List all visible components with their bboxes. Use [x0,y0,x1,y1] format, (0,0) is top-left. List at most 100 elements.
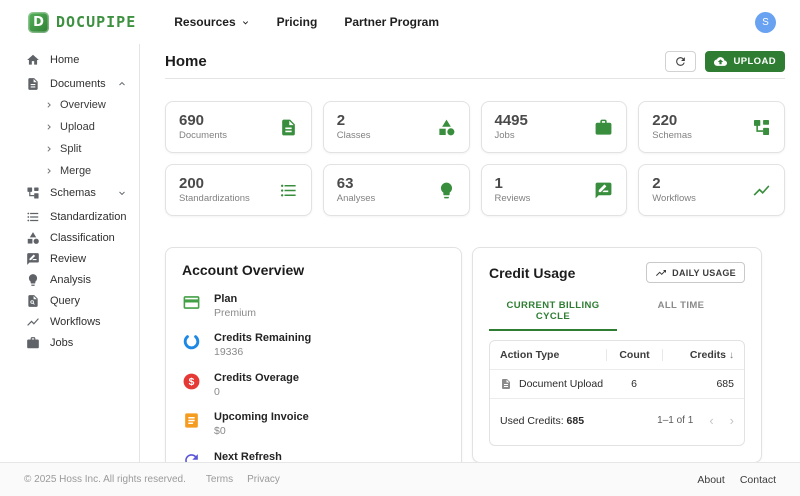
pagination-label: 1–1 of 1 [657,415,694,426]
stat-label: Documents [179,130,228,141]
footer-link-about[interactable]: About [697,474,724,486]
pagination-next-button[interactable]: › [730,414,734,427]
document-search-icon [26,294,40,308]
header-actions: UPLOAD [665,50,785,72]
footer-link-terms[interactable]: Terms [206,474,233,485]
sidebar-item-label: Classification [50,231,115,244]
stat-card-classes[interactable]: 2 Classes [322,101,470,153]
daily-usage-button[interactable]: DAILY USAGE [646,262,745,283]
sidebar-item-label: Workflows [50,315,101,328]
sidebar-item-jobs[interactable]: Jobs [0,332,139,353]
lower-section: Account Overview Plan Premium Credits Re… [165,247,762,496]
credit-usage-header: Credit Usage DAILY USAGE [489,262,745,283]
stat-card-jobs[interactable]: 4495 Jobs [480,101,628,153]
cloud-upload-icon [714,55,727,68]
account-overview-title: Account Overview [182,262,305,278]
used-credits-label: Used Credits: [500,414,564,427]
page-header: Home UPLOAD [165,44,785,78]
app-window: D DOCUPIPE Resources Pricing Partner Pro… [0,0,800,496]
sidebar-item-home[interactable]: Home [0,49,139,70]
sidebar-item-workflows[interactable]: Workflows [0,311,139,332]
sidebar-item-split[interactable]: Split [0,138,139,160]
chevron-right-icon [45,123,53,131]
credit-usage-table: Action Type Count Credits ↓ Document Upl… [489,340,745,446]
account-row-credits-remaining: Credits Remaining 19336 [182,331,445,359]
account-row-label: Upcoming Invoice [214,411,309,424]
used-credits-value: 685 [566,414,585,427]
sidebar-item-overview[interactable]: Overview [0,94,139,116]
footer-link-contact[interactable]: Contact [740,474,776,486]
nav-link-label: Partner Program [344,15,440,29]
sidebar-item-documents[interactable]: Documents [0,73,139,94]
column-header-credits[interactable]: Credits ↓ [662,349,734,361]
stat-value: 200 [179,175,205,192]
sidebar-item-label: Jobs [50,336,74,349]
stat-value: 1 [494,175,503,192]
sidebar-item-schemas[interactable]: Schemas [0,182,139,203]
sidebar-item-review[interactable]: Review [0,248,139,269]
stats-grid: 690 Documents 2 Classes 4495 Jobs 220 Sc… [165,101,785,216]
stat-card-workflows[interactable]: 2 Workflows [638,164,785,216]
credit-card-icon [182,293,201,312]
category-icon [26,231,40,245]
sidebar-item-label: Schemas [50,186,96,199]
tab-current-billing-cycle[interactable]: CURRENT BILLING CYCLE [489,292,617,331]
sidebar-item-standardization[interactable]: Standardization [0,206,139,227]
chevron-right-icon [45,101,53,109]
receipt-icon [182,411,201,430]
nav-link-pricing[interactable]: Pricing [277,15,318,29]
footer-left: © 2025 Hoss Inc. All rights reserved. Te… [24,474,280,485]
account-row-value: Premium [214,306,257,319]
tab-all-time[interactable]: ALL TIME [617,292,745,331]
stat-card-reviews[interactable]: 1 Reviews [480,164,628,216]
stat-card-analyses[interactable]: 63 Analyses [322,164,470,216]
column-header-action-type[interactable]: Action Type [500,349,606,361]
sidebar-subitem-label: Overview [60,99,106,111]
stat-value: 2 [652,175,661,192]
account-row-upcoming-invoice: Upcoming Invoice $0 [182,410,445,438]
schema-icon [26,186,40,200]
dollar-circle-icon [182,372,201,391]
stat-label: Analyses [336,193,376,204]
refresh-button[interactable] [665,50,697,72]
nav-link-partner-program[interactable]: Partner Program [344,15,439,29]
user-avatar[interactable]: S [755,11,776,33]
stat-label: Reviews [494,193,531,204]
credit-usage-title: Credit Usage [489,264,576,281]
upload-button[interactable]: UPLOAD [705,50,785,72]
stat-card-schemas[interactable]: 220 Schemas [638,101,785,153]
sidebar: Home Documents Overview Upload Split Mer… [0,44,140,462]
table-row[interactable]: Document Upload 6 685 [490,369,744,398]
app-shell: Home Documents Overview Upload Split Mer… [0,44,800,496]
chevron-down-icon [241,18,250,27]
home-icon [26,53,40,67]
column-header-count[interactable]: Count [606,349,662,361]
sidebar-item-label: Analysis [50,273,91,286]
stat-card-standardizations[interactable]: 200 Standardizations [165,164,312,216]
sidebar-item-query[interactable]: Query [0,290,139,311]
refresh-icon [674,55,687,68]
sidebar-item-analysis[interactable]: Analysis [0,269,139,290]
footer-link-privacy[interactable]: Privacy [247,474,280,485]
sidebar-item-classification[interactable]: Classification [0,227,139,248]
account-row-label: Plan [214,293,238,305]
brand-logo[interactable]: D DOCUPIPE [28,11,136,33]
category-icon [437,118,456,137]
line-chart-icon [752,181,771,200]
account-row-label: Credits Remaining [214,332,312,345]
document-icon [500,378,512,390]
lightbulb-icon [26,273,40,287]
used-credits-summary: Used Credits: 685 [500,415,584,427]
stat-value: 690 [179,112,205,129]
sidebar-item-upload[interactable]: Upload [0,116,139,138]
pagination-prev-button[interactable]: ‹ [709,414,713,427]
footer-right: About Contact [697,474,776,486]
account-row-label: Credits Overage [214,371,299,384]
header-divider [165,78,785,79]
stat-card-documents[interactable]: 690 Documents [165,101,312,153]
nav-link-resources[interactable]: Resources [174,15,249,29]
credit-usage-card: Credit Usage DAILY USAGE CURRENT BILLING… [472,247,762,463]
account-overview-card: Account Overview Plan Premium Credits Re… [165,247,462,496]
table-header-row: Action Type Count Credits ↓ [490,341,744,369]
sidebar-item-merge[interactable]: Merge [0,160,139,182]
